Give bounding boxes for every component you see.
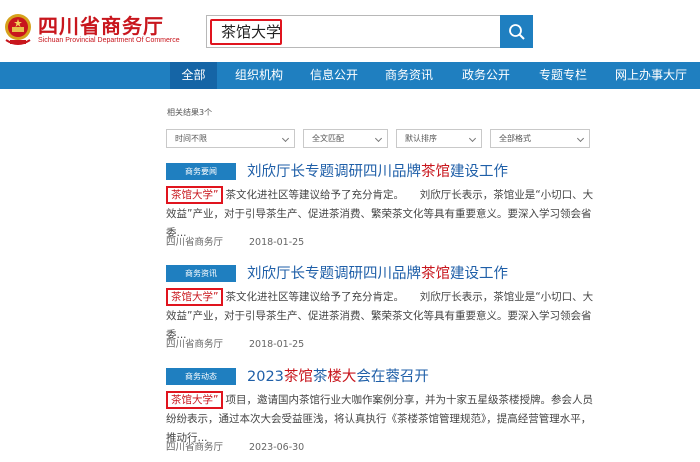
- snippet-text: 茶文化进社区等建议给予了充分肯定。 刘欣厅长表示，茶馆业是“小切口、大效益”产业…: [166, 291, 594, 341]
- format-filter-value: 全部格式: [499, 134, 531, 143]
- result-title-link[interactable]: 刘欣厅长专题调研四川品牌茶馆建设工作: [247, 160, 508, 181]
- sort-filter-value: 默认排序: [405, 134, 437, 143]
- result-title-text: 建设工作: [450, 164, 508, 180]
- result-title-highlight: 大: [341, 369, 357, 385]
- chevron-down-icon: [468, 134, 477, 143]
- chevron-down-icon: [374, 134, 383, 143]
- search-result: 商务要闻 刘欣厅长专题调研四川品牌茶馆建设工作 茶馆大学” 茶文化进社区等建议给予…: [166, 163, 596, 258]
- search-box: [206, 15, 500, 48]
- match-filter-value: 全文匹配: [312, 134, 344, 143]
- search-result: 商务动态 2023茶馆茶楼大会在蓉召开 茶馆大学” 项目，邀请国内茶馆行业大咖作案…: [166, 368, 596, 462]
- search-result: 商务资讯 刘欣厅长专题调研四川品牌茶馆建设工作 茶馆大学” 茶文化进社区等建议给予…: [166, 265, 596, 360]
- nav-item-organization[interactable]: 组织机构: [228, 62, 290, 89]
- search-input[interactable]: [207, 16, 500, 47]
- category-tag[interactable]: 商务要闻: [166, 163, 236, 180]
- sort-filter-select[interactable]: 默认排序: [396, 129, 482, 148]
- snippet-keyword-highlight: 茶馆大学”: [166, 391, 224, 409]
- site-title: 四川省商务厅: [38, 14, 164, 38]
- category-tag[interactable]: 商务资讯: [166, 265, 236, 282]
- chevron-down-icon: [281, 134, 290, 143]
- result-date: 2023-06-30: [249, 442, 305, 453]
- result-source: 四川省商务厅: [166, 339, 224, 350]
- result-title-text: 茶: [312, 369, 328, 385]
- nav-item-online-services[interactable]: 网上办事大厅: [608, 62, 694, 89]
- snippet-keyword-highlight: 茶馆大学”: [166, 288, 224, 306]
- result-title-text: 会在蓉召开: [356, 369, 429, 385]
- format-filter-select[interactable]: 全部格式: [490, 129, 590, 148]
- time-filter-select[interactable]: 时间不限: [166, 129, 295, 148]
- snippet-text: 茶文化进社区等建议给予了充分肯定。 刘欣厅长表示，茶馆业是“小切口、大效益”产业…: [166, 189, 594, 239]
- result-meta: 四川省商务厅 2018-01-25: [166, 234, 304, 248]
- result-title-highlight: 茶馆: [283, 369, 313, 385]
- national-emblem-icon: [5, 14, 31, 45]
- site-subtitle: Sichuan Provincial Department Of Commerc…: [38, 37, 180, 44]
- result-meta: 四川省商务厅 2023-06-30: [166, 439, 304, 453]
- nav-item-all[interactable]: 全部: [170, 62, 217, 89]
- result-title-highlight: 茶馆: [421, 164, 450, 180]
- result-title-highlight: 楼: [327, 369, 342, 385]
- result-title-text: 2023: [247, 369, 284, 385]
- results-count: 相关结果3个: [167, 108, 213, 117]
- result-source: 四川省商务厅: [166, 237, 224, 248]
- result-date: 2018-01-25: [249, 339, 305, 350]
- nav-item-commerce-news[interactable]: 商务资讯: [378, 62, 440, 89]
- result-title-text: 刘欣厅长专题调研四川品牌: [247, 266, 421, 282]
- search-button[interactable]: [500, 15, 533, 48]
- result-date: 2018-01-25: [249, 237, 305, 248]
- result-title-link[interactable]: 刘欣厅长专题调研四川品牌茶馆建设工作: [247, 262, 508, 283]
- result-title-text: 刘欣厅长专题调研四川品牌: [247, 164, 421, 180]
- nav-item-government-affairs[interactable]: 政务公开: [455, 62, 517, 89]
- snippet-keyword-highlight: 茶馆大学”: [166, 186, 224, 204]
- search-icon: [508, 23, 525, 40]
- nav-item-info-disclosure[interactable]: 信息公开: [303, 62, 365, 89]
- result-title-text: 建设工作: [450, 266, 508, 282]
- match-filter-select[interactable]: 全文匹配: [303, 129, 388, 148]
- category-tag[interactable]: 商务动态: [166, 368, 236, 385]
- nav-item-special-topics[interactable]: 专题专栏: [532, 62, 594, 89]
- result-title-highlight: 茶馆: [421, 266, 450, 282]
- time-filter-value: 时间不限: [175, 134, 207, 143]
- snippet-text: 项目，邀请国内茶馆行业大咖作案例分享，并为十家五星级茶楼授牌。参会人员纷纷表示，…: [166, 394, 593, 444]
- result-meta: 四川省商务厅 2018-01-25: [166, 336, 304, 350]
- main-nav: 全部 组织机构 信息公开 商务资讯 政务公开 专题专栏 网上办事大厅: [0, 62, 700, 89]
- chevron-down-icon: [576, 134, 585, 143]
- result-title-link[interactable]: 2023茶馆茶楼大会在蓉召开: [247, 365, 429, 386]
- result-source: 四川省商务厅: [166, 442, 224, 453]
